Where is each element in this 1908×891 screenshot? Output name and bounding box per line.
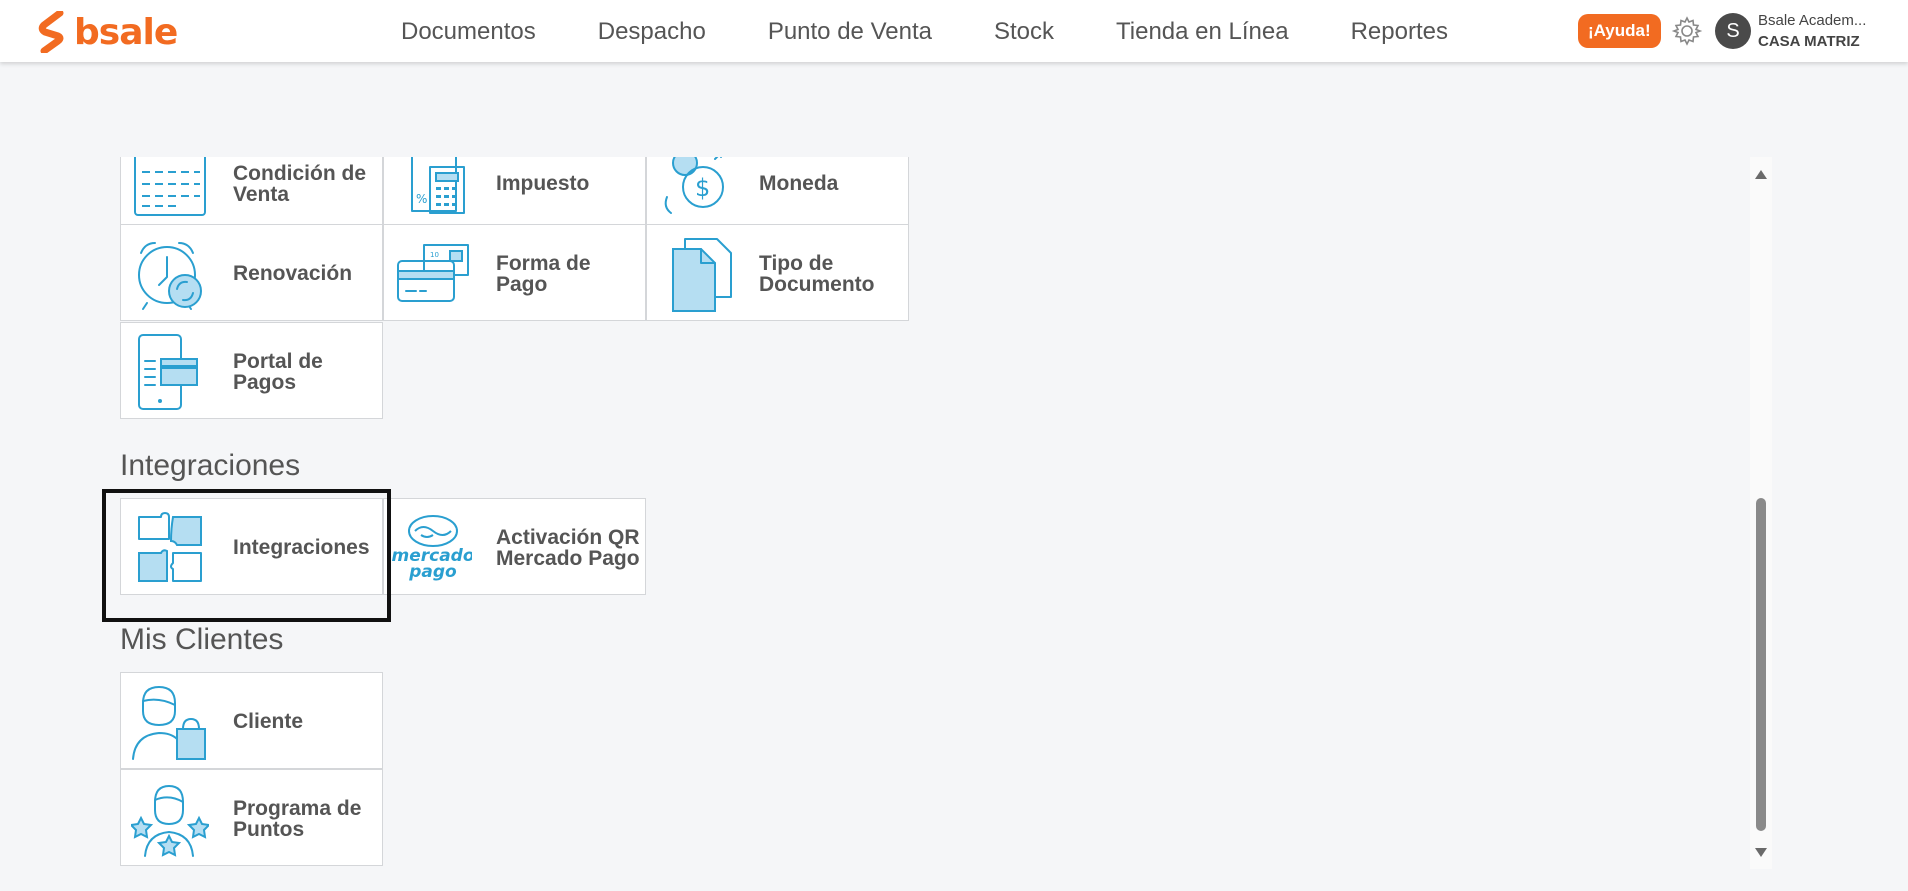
tile-label: Activación QR Mercado Pago [496,525,640,570]
tile-label: Condición de Venta [233,161,366,206]
payment-cards-icon: 10 [397,244,469,302]
help-button[interactable]: ¡Ayuda! [1578,14,1661,48]
tile-label: Programa de Puntos [233,796,362,841]
tile-label: Forma de Pago [496,251,591,296]
mercado-pago-logo: mercado pago [392,515,472,582]
scroll-down-arrow-icon[interactable] [1755,848,1767,857]
nav-punto-de-venta[interactable]: Punto de Venta [737,0,963,62]
nav-documentos[interactable]: Documentos [370,0,567,62]
gear-icon[interactable] [1671,15,1703,47]
customer-icon [132,686,206,760]
svg-text:$: $ [695,174,710,202]
settings-content: Condición de Venta % Impuesto $ Moneda R… [0,157,1908,891]
user-name[interactable]: Bsale Academ... [1758,12,1876,29]
main-nav: Documentos Despacho Punto de Venta Stock… [370,0,1479,62]
tile-cliente[interactable]: Cliente [120,672,383,769]
tile-activacion-qr-mercado-pago[interactable]: mercado pago Activación QR Mercado Pago [383,498,646,595]
calculator-icon: % [411,157,465,214]
tile-condicion-de-venta[interactable]: Condición de Venta [120,157,383,231]
tile-label: Integraciones [233,536,370,559]
svg-text:pago: pago [408,562,457,582]
avatar[interactable]: S [1715,13,1751,49]
section-title-integraciones: Integraciones [120,449,301,482]
tile-moneda[interactable]: $ Moneda [646,157,909,231]
vertical-scrollbar[interactable] [1750,157,1772,869]
mobile-payment-icon [138,334,198,410]
svg-text:10: 10 [430,251,439,259]
nav-stock[interactable]: Stock [963,0,1085,62]
scroll-up-arrow-icon[interactable] [1755,170,1767,179]
section-title-mis-clientes: Mis Clientes [120,623,284,656]
nav-tienda-en-linea[interactable]: Tienda en Línea [1085,0,1320,62]
svg-text:%: % [416,192,427,206]
tile-label: Renovación [233,262,353,285]
tile-label: Impuesto [496,172,590,195]
document-icon [672,238,732,312]
tile-label: Portal de Pagos [233,349,323,394]
tile-impuesto[interactable]: % Impuesto [383,157,646,231]
top-navigation-bar: bsale Documentos Despacho Punto de Venta… [0,0,1908,62]
tile-renovacion[interactable]: Renovación [120,224,383,321]
tile-programa-de-puntos[interactable]: Programa de Puntos [120,769,383,866]
tile-label: Moneda [759,172,839,195]
bsale-logo[interactable]: bsale [38,10,178,54]
user-branch[interactable]: CASA MATRIZ [1758,33,1860,50]
puzzle-icon [138,512,202,582]
currency-exchange-icon: $ [664,157,724,214]
tile-label: Tipo de Documento [759,251,875,296]
calendar-icon [134,157,206,216]
loyalty-stars-icon [131,785,209,857]
nav-reportes[interactable]: Reportes [1320,0,1479,62]
tile-tipo-de-documento[interactable]: Tipo de Documento [646,224,909,321]
scrollbar-thumb[interactable] [1756,498,1766,831]
bsale-s-icon [38,11,64,53]
alarm-clock-icon [138,242,202,310]
brand-name: bsale [74,11,178,53]
tile-label: Cliente [233,710,304,733]
nav-despacho[interactable]: Despacho [567,0,737,62]
tile-forma-de-pago[interactable]: 10 Forma de Pago [383,224,646,321]
tile-portal-de-pagos[interactable]: Portal de Pagos [120,322,383,419]
tile-integraciones[interactable]: Integraciones [120,498,383,595]
